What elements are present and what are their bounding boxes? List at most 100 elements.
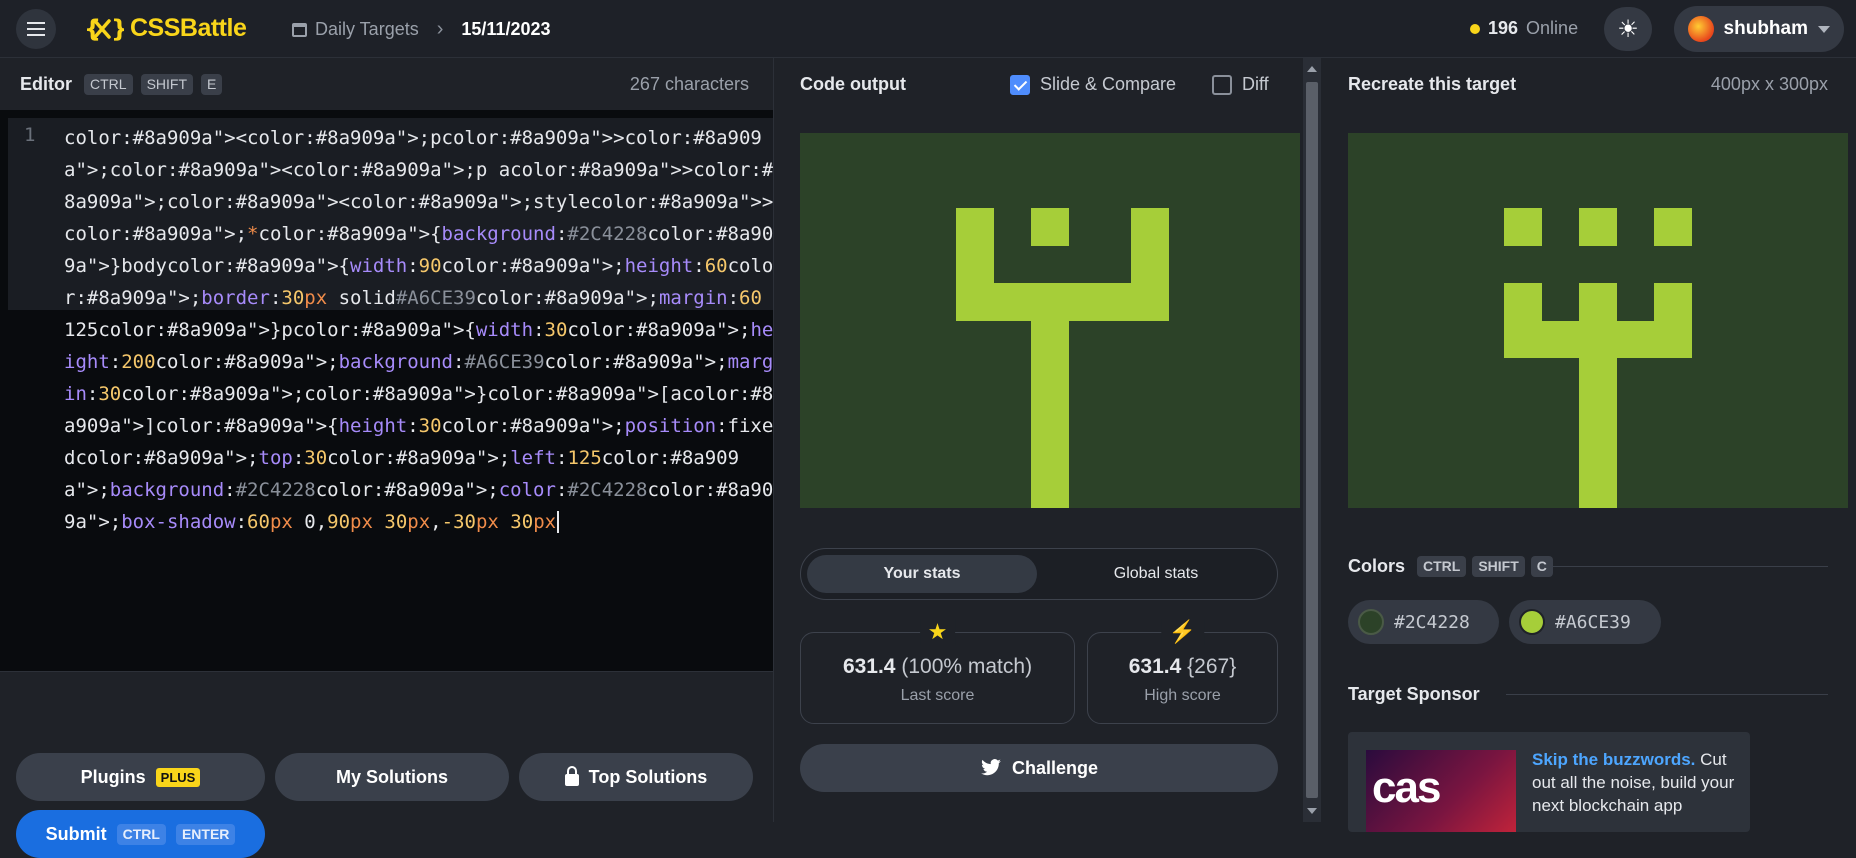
online-label: Online (1526, 18, 1579, 38)
shortcut-key: E (201, 73, 223, 95)
editor-title: Editor (20, 73, 72, 94)
color-dot-icon (1358, 609, 1384, 635)
sun-icon: ☀ (1617, 15, 1639, 43)
checkbox-icon[interactable] (1212, 74, 1232, 95)
user-menu[interactable]: shubham (1674, 6, 1844, 52)
username: shubham (1723, 18, 1808, 39)
top-solutions-button[interactable]: Top Solutions (519, 753, 753, 801)
shortcut-key: CTRL (1417, 556, 1467, 577)
online-indicator: 196 Online (1470, 18, 1578, 39)
target-size: 400px x 300px (1710, 73, 1828, 94)
diff-checkbox[interactable]: Diff (1212, 74, 1269, 95)
scrollbar-thumb[interactable] (1306, 82, 1318, 798)
character-count: 267 characters (629, 74, 749, 94)
high-score-chars: {267} (1187, 655, 1237, 678)
breadcrumb-date: 15/11/2023 (461, 19, 551, 39)
target-shape (1579, 208, 1617, 246)
hamburger-icon (27, 28, 45, 30)
pane-scrollbar[interactable] (1303, 58, 1321, 822)
last-score-value: 631.4 (842, 655, 896, 678)
color-swatch[interactable]: #A6CE39 (1509, 600, 1661, 644)
line-number: 1 (24, 124, 36, 146)
shortcut-key: CTRL (116, 823, 166, 845)
lightning-icon: ⚡ (1160, 619, 1205, 645)
shortcut-key: CTRL (84, 73, 133, 95)
menu-button[interactable] (16, 9, 56, 49)
challenge-button[interactable]: Challenge (800, 744, 1278, 792)
target-shape (1504, 321, 1692, 358)
target-shape (1504, 208, 1542, 246)
target-pane: Recreate this target 400px x 300px Color… (1321, 58, 1856, 832)
calendar-icon (292, 22, 307, 37)
top-bar: { } CSSBattle Daily Targets › 15/11/2023… (0, 0, 1856, 58)
sponsor-image: cas (1366, 750, 1516, 832)
last-score-card: ★ 631.4 (100% match) Last score (800, 619, 1075, 724)
submit-button[interactable]: Submit CTRL ENTER (16, 810, 265, 858)
online-dot-icon (1470, 23, 1480, 34)
chevron-right-icon: › (436, 18, 444, 40)
breadcrumb-daily-targets[interactable]: Daily Targets (315, 19, 419, 40)
plus-badge: PLUS (155, 767, 201, 787)
divider (1506, 694, 1828, 695)
plugins-label: Plugins (80, 766, 146, 787)
tab-global-stats[interactable]: Global stats (1041, 555, 1271, 593)
high-score-value: 631.4 (1128, 655, 1182, 678)
output-shape (994, 246, 1131, 283)
diff-label: Diff (1242, 74, 1269, 94)
output-shape (1031, 321, 1069, 508)
top-solutions-label: Top Solutions (588, 766, 708, 787)
svg-text:}: } (111, 15, 124, 43)
star-icon: ★ (919, 619, 956, 645)
high-score-card: ⚡ 631.4 {267} High score (1087, 619, 1278, 724)
editor-actions: Plugins PLUS My Solutions Top Solutions … (0, 671, 773, 858)
code-text[interactable]: color:#8a909a"><color:#8a909a">;pcolor:#… (64, 122, 776, 538)
shortcut-key: ENTER (175, 823, 236, 845)
svg-text:{: { (84, 15, 101, 43)
output-shape (956, 283, 1169, 321)
last-score-label: Last score (900, 687, 975, 704)
breadcrumb: Daily Targets › 15/11/2023 (292, 18, 551, 41)
logo[interactable]: { } CSSBattle (84, 14, 247, 43)
color-swatch[interactable]: #2C4228 (1348, 600, 1499, 644)
shortcut-key: SHIFT (1472, 556, 1525, 577)
challenge-label: Challenge (1011, 757, 1099, 778)
chevron-down-icon (1818, 25, 1830, 33)
sponsor-section-title: Target Sponsor (1348, 684, 1480, 704)
shortcut-key: SHIFT (140, 73, 194, 95)
color-hex: #A6CE39 (1555, 611, 1631, 633)
avatar (1688, 16, 1714, 42)
tab-your-stats[interactable]: Your stats (807, 555, 1037, 593)
scroll-up-icon[interactable] (1307, 66, 1317, 72)
sponsor-highlight[interactable]: Skip the buzzwords. (1532, 750, 1695, 769)
lock-icon (564, 765, 579, 786)
twitter-icon (981, 759, 1001, 776)
code-output-canvas[interactable] (800, 133, 1300, 508)
my-solutions-button[interactable]: My Solutions (275, 753, 509, 801)
stats-tabs: Your stats Global stats (800, 548, 1278, 600)
target-shape (1654, 208, 1692, 246)
sponsor-card[interactable]: cas Skip the buzzwords. Cut out all the … (1348, 732, 1750, 832)
scroll-down-icon[interactable] (1307, 808, 1317, 814)
target-header: Recreate this target 400px x 300px (1348, 58, 1828, 110)
logo-text: CSSBattle (130, 14, 247, 42)
divider (1546, 566, 1828, 567)
target-shape (1579, 283, 1617, 508)
sponsor-text: Skip the buzzwords. Cut out all the nois… (1532, 748, 1742, 817)
color-hex: #2C4228 (1394, 611, 1470, 633)
output-shape (1031, 208, 1069, 246)
editor-pane: Editor CTRL SHIFT E 267 characters 1 col… (0, 58, 773, 858)
code-line-highlight: 1 color:#8a909a"><color:#8a909a">;pcolor… (8, 118, 773, 533)
output-header: Code output Slide & Compare Diff (774, 58, 1304, 110)
online-count: 196 (1488, 18, 1519, 38)
submit-label: Submit (45, 823, 107, 844)
target-image[interactable] (1348, 133, 1848, 508)
code-editor[interactable]: 1 color:#8a909a"><color:#8a909a">;pcolor… (0, 118, 773, 690)
slide-compare-checkbox[interactable]: Slide & Compare (1010, 74, 1176, 95)
plugins-button[interactable]: Plugins PLUS (16, 753, 265, 801)
color-dot-icon (1519, 609, 1545, 635)
target-title: Recreate this target (1348, 73, 1517, 94)
high-score-label: High score (1144, 687, 1221, 704)
theme-toggle-button[interactable]: ☀ (1604, 7, 1652, 51)
editor-header: Editor CTRL SHIFT E 267 characters (0, 58, 773, 110)
checkbox-checked-icon[interactable] (1010, 74, 1030, 95)
